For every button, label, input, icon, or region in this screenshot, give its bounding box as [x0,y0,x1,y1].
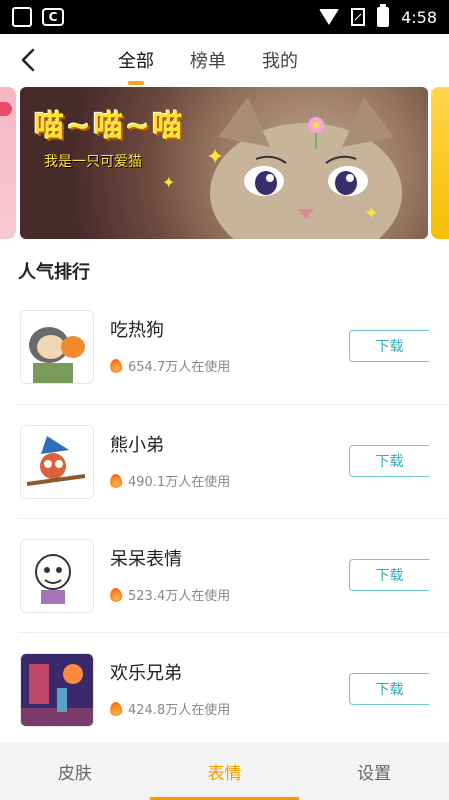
item-usage: 490.1万人在使用 [109,471,231,490]
back-button[interactable] [16,46,40,74]
back-arrow-icon [21,48,35,72]
status-right: 4:58 [319,4,437,27]
fire-icon [109,586,123,603]
sim-icon [351,8,366,26]
item-info: 熊小弟 490.1万人在使用 [109,431,231,490]
item-usage-text: 654.7万人在使用 [128,360,231,375]
status-left: C [12,7,64,27]
fire-icon [109,700,123,717]
bottom-nav: 皮肤 表情 设置 [0,742,449,800]
battery-icon [377,4,390,27]
item-usage-text: 490.1万人在使用 [128,475,231,490]
banner-slide[interactable]: 喵~喵~喵 我是一只可爱猫 ✦ ✦ ✦ [20,87,428,239]
tab-mine[interactable]: 我的 [262,47,298,73]
fire-icon [109,357,123,374]
list-item[interactable]: 吃热狗 654.7万人在使用 下载 [0,290,449,404]
item-info: 吃热狗 654.7万人在使用 [109,316,231,375]
download-button[interactable]: 下载 [349,330,429,362]
item-info: 欢乐兄弟 424.8万人在使用 [109,659,231,718]
item-name: 呆呆表情 [110,549,182,570]
item-thumbnail [20,653,94,727]
sparkle-icon: ✦ [162,173,176,192]
app-square-icon [12,7,32,27]
sparkle-icon: ✦ [364,203,380,224]
banner-prev-peek[interactable] [0,87,16,239]
sparkle-icon: ✦ [206,145,225,170]
status-time: 4:58 [401,7,437,27]
notification-c-icon: C [42,8,64,26]
bottom-nav-settings[interactable]: 设置 [299,742,449,800]
item-info: 呆呆表情 523.4万人在使用 [109,545,231,604]
banner-next-peek[interactable] [431,87,449,239]
list-item[interactable]: 熊小弟 490.1万人在使用 下载 [18,404,449,518]
item-name: 欢乐兄弟 [110,663,182,684]
list-item[interactable]: 欢乐兄弟 424.8万人在使用 下载 [18,632,449,746]
download-button[interactable]: 下载 [349,559,429,591]
fire-icon [109,472,123,489]
item-usage: 654.7万人在使用 [109,356,231,375]
bottom-nav-skin[interactable]: 皮肤 [0,742,150,800]
item-name: 熊小弟 [110,435,164,456]
download-button[interactable]: 下载 [349,445,429,477]
item-thumbnail [20,310,94,384]
section-title: 人气排行 [18,262,90,283]
item-usage-text: 424.8万人在使用 [128,703,231,718]
banner-carousel[interactable]: 喵~喵~喵 我是一只可爱猫 ✦ ✦ ✦ [0,87,449,239]
item-usage: 523.4万人在使用 [109,585,231,604]
download-button[interactable]: 下载 [349,673,429,705]
banner-subtitle: 我是一只可爱猫 [44,154,142,170]
popular-list: 吃热狗 654.7万人在使用 下载 熊小弟 490.1万人在使用 下载 呆呆表情… [0,290,449,746]
item-usage-text: 523.4万人在使用 [128,589,231,604]
wifi-icon [319,9,340,25]
tab-all[interactable]: 全部 [118,47,154,73]
list-item[interactable]: 呆呆表情 523.4万人在使用 下载 [18,518,449,632]
bottom-nav-emoji[interactable]: 表情 [149,742,300,800]
tab-ranking[interactable]: 榜单 [190,47,226,73]
tab-bar: 全部 榜单 我的 [118,34,298,86]
banner-prev-dot [0,102,12,116]
status-bar: C 4:58 [0,0,449,34]
item-thumbnail [20,425,94,499]
item-name: 吃热狗 [110,320,164,341]
item-usage: 424.8万人在使用 [109,699,231,718]
top-nav: 全部 榜单 我的 [0,34,449,86]
banner-title: 喵~喵~喵 [34,109,185,144]
item-thumbnail [20,539,94,613]
